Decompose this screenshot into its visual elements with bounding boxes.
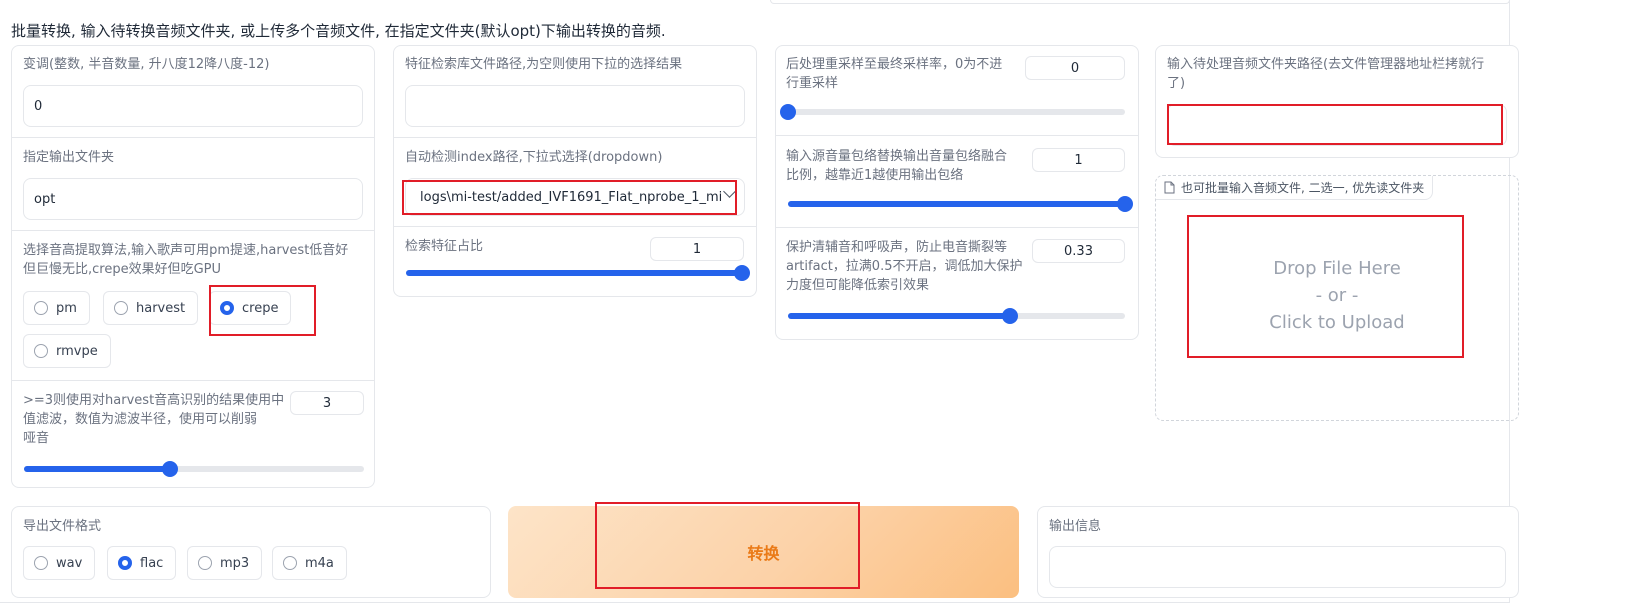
radio-icon [34,556,48,570]
protect-label-line3: 力度但可能降低索引效果 [786,278,930,293]
input-dir-label-line2: 了) [1167,76,1186,91]
protect-slider[interactable] [788,308,1125,324]
index-path-input[interactable] [405,85,745,127]
auto-index-label: 自动检测index路径,下拉式选择(dropdown) [405,150,663,165]
median-filter-label-line1: >=3则使用对harvest音高识别的结果使用中 [23,393,285,408]
format-option-flac[interactable]: flac [107,546,177,580]
radio-icon [283,556,297,570]
format-option-wav[interactable]: wav [23,546,96,580]
pitch-method-label-line1: 选择音高提取算法,输入歌声可用pm提速,harvest低音好 [23,243,349,258]
radio-icon [34,344,48,358]
resample-slider[interactable] [780,104,1125,120]
output-info-textbox[interactable] [1049,546,1506,588]
output-info-label: 输出信息 [1049,519,1102,534]
slider-thumb[interactable] [1117,196,1133,212]
divider [776,135,1138,136]
pitch-option-pm[interactable]: pm [23,291,90,325]
radio-icon [198,556,212,570]
output-folder-label: 指定输出文件夹 [23,150,115,165]
pitch-option-harvest[interactable]: harvest [103,291,199,325]
format-option-label: mp3 [220,555,250,571]
format-label: 导出文件格式 [23,519,102,534]
protect-label-line2: artifact，拉满0.5不开启，调低加大保护 [786,259,1023,274]
resample-label-line2: 行重采样 [786,76,839,91]
input-dir-label-line1: 输入待处理音频文件夹路径(去文件管理器地址栏拷就行 [1167,57,1485,72]
protect-label-line1: 保护清辅音和呼吸声，防止电音撕裂等 [786,240,1008,255]
median-filter-label-line2: 值滤波，数值为滤波半径，使用可以削弱 [23,412,258,427]
pitch-option-rmvpe[interactable]: rmvpe [23,334,111,368]
format-option-mp3[interactable]: mp3 [187,546,263,580]
highlight-box [1187,215,1464,358]
rms-mix-slider[interactable] [788,196,1133,212]
format-option-label: wav [56,555,83,571]
rms-mix-number-input[interactable]: 1 [1032,148,1125,172]
index-rate-slider[interactable] [406,265,750,281]
output-folder-input[interactable]: opt [23,178,363,220]
slider-thumb[interactable] [734,265,750,281]
resample-label-line1: 后处理重采样至最终采样率，0为不进 [786,57,1003,72]
upload-tab-label: 也可批量输入音频文件, 二选一, 优先读文件夹 [1156,176,1434,200]
format-option-label: flac [140,555,164,571]
highlight-box [595,502,860,589]
divider [776,227,1138,228]
radio-selected-icon [118,556,132,570]
pitch-option-label: harvest [136,300,186,316]
highlight-box [209,285,316,336]
index-rate-number-input[interactable]: 1 [650,237,744,261]
slider-fill [406,270,742,276]
file-icon [1164,181,1175,194]
median-filter-number-input[interactable]: 3 [290,391,364,415]
index-path-label: 特征检索库文件路径,为空则使用下拉的选择结果 [405,57,683,72]
median-filter-slider[interactable] [24,461,364,477]
divider [12,380,374,381]
divider [394,226,756,227]
format-option-label: m4a [305,555,334,571]
rms-mix-label-line2: 比例，越靠近1越使用输出包络 [786,168,964,183]
radio-icon [114,301,128,315]
slider-thumb[interactable] [780,104,796,120]
transpose-input[interactable]: 0 [23,85,363,127]
transpose-label: 变调(整数, 半音数量, 升八度12降八度-12) [23,57,270,72]
protect-number-input[interactable]: 0.33 [1032,239,1125,263]
highlight-box [402,180,737,215]
divider [12,137,374,138]
slider-fill [24,466,171,472]
pitch-option-label: pm [56,300,77,316]
upload-tab-text: 也可批量输入音频文件, 二选一, 优先读文件夹 [1181,181,1425,195]
divider [394,137,756,138]
index-rate-label: 检索特征占比 [405,239,484,254]
pitch-option-label: rmvpe [56,343,98,359]
slider-fill [788,201,1125,207]
resample-number-input[interactable]: 0 [1025,56,1125,80]
highlight-box [1167,104,1503,145]
page-heading: 批量转换, 输入待转换音频文件夹, 或上传多个音频文件, 在指定文件夹(默认op… [11,22,666,40]
divider [12,230,374,231]
rms-mix-label-line1: 输入源音量包络替换输出音量包络融合 [786,149,1008,164]
slider-fill [788,313,1011,319]
median-filter-label-line3: 哑音 [23,431,50,446]
pitch-method-label-line2: 但巨慢无比,crepe效果好但吃GPU [23,262,222,277]
format-option-m4a[interactable]: m4a [272,546,347,580]
radio-icon [34,301,48,315]
